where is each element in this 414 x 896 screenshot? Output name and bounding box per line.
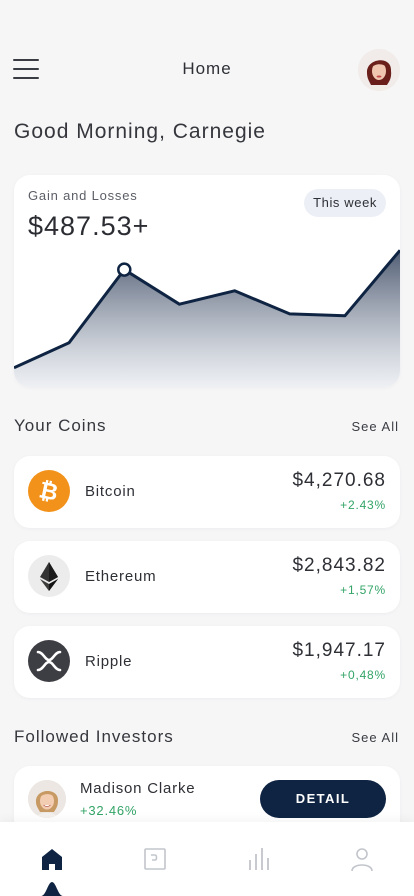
coin-change: +1,57% bbox=[340, 583, 386, 597]
gain-label: Gain and Losses bbox=[28, 188, 138, 203]
coin-card-bitcoin[interactable]: ₿ Bitcoin $4,270.68 +2.43% bbox=[14, 456, 400, 528]
investors-section-title: Followed Investors bbox=[14, 727, 174, 746]
coin-price: $4,270.68 bbox=[292, 470, 386, 491]
user-avatar[interactable] bbox=[358, 49, 400, 91]
page-title: Home bbox=[182, 59, 232, 78]
coin-change: +2.43% bbox=[340, 498, 386, 512]
coins-see-all-link[interactable]: See All bbox=[352, 419, 399, 434]
coins-section-title: Your Coins bbox=[14, 416, 107, 435]
coin-name: Ripple bbox=[85, 653, 133, 670]
coin-card-ethereum[interactable]: Ethereum $2,843.82 +1,57% bbox=[14, 541, 400, 613]
coin-card-ripple[interactable]: Ripple $1,947.17 +0,48% bbox=[14, 626, 400, 698]
profile-icon[interactable] bbox=[349, 846, 375, 872]
ripple-icon bbox=[28, 640, 70, 682]
greeting-text: Good Morning, Carnegie bbox=[14, 120, 266, 143]
wallet-icon[interactable] bbox=[142, 846, 168, 872]
investor-change: +32.46% bbox=[80, 803, 138, 818]
investor-name: Madison Clarke bbox=[80, 780, 196, 797]
investors-see-all-link[interactable]: See All bbox=[352, 730, 399, 745]
chart-highlight-point[interactable] bbox=[117, 262, 132, 277]
coin-change: +0,48% bbox=[340, 668, 386, 682]
coin-name: Bitcoin bbox=[85, 483, 136, 500]
bitcoin-icon: ₿ bbox=[28, 470, 70, 512]
coin-name: Ethereum bbox=[85, 568, 157, 585]
gain-value: $487.53+ bbox=[28, 211, 150, 241]
chart-area bbox=[14, 250, 400, 387]
bottom-tab-bar bbox=[0, 822, 414, 896]
home-icon[interactable] bbox=[39, 846, 65, 872]
ethereum-icon bbox=[28, 555, 70, 597]
investor-avatar bbox=[28, 780, 66, 818]
gain-loss-card: Gain and Losses $487.53+ This week bbox=[14, 175, 400, 387]
coin-price: $2,843.82 bbox=[292, 555, 386, 576]
coin-price: $1,947.17 bbox=[292, 640, 386, 661]
period-selector[interactable]: This week bbox=[304, 189, 386, 217]
app-header: Home bbox=[0, 44, 414, 94]
detail-button[interactable]: DETAIL bbox=[260, 780, 386, 818]
stats-icon[interactable] bbox=[246, 846, 272, 872]
active-tab-indicator bbox=[41, 882, 63, 896]
